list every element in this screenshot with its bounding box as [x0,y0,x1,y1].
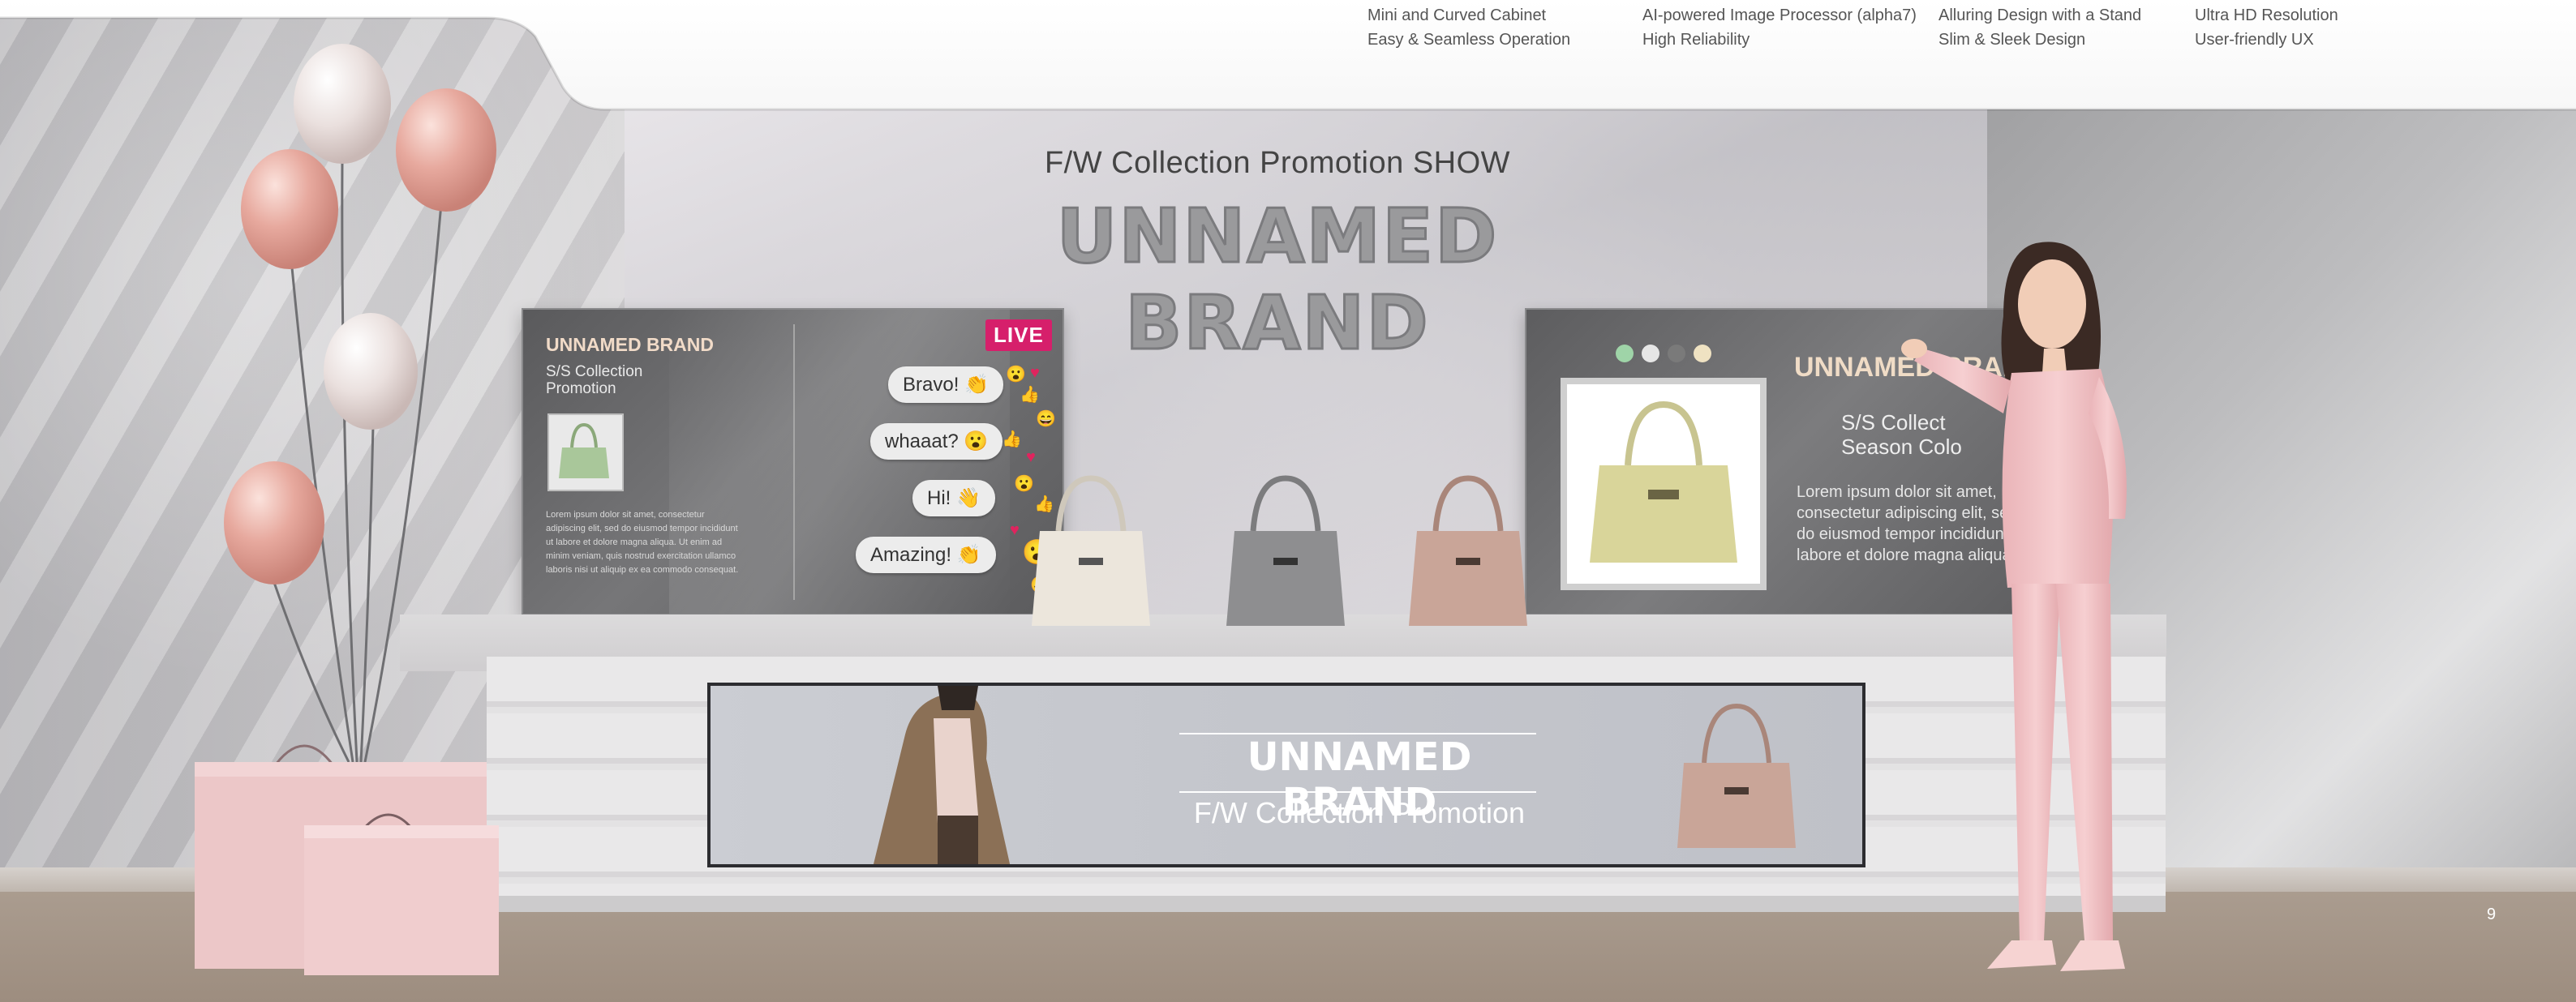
like-icon: 👍 [1020,386,1040,404]
heart-icon: ♥ [1030,364,1040,382]
reaction-emoji: 😮 [1006,366,1026,383]
live-badge: LIVE [985,319,1052,351]
feature-column-1: Mini and Curved Cabinet Easy & Seamless … [1367,3,1570,52]
page-number: 9 [2487,906,2497,923]
balloon [324,313,418,430]
feature-item: Slim & Sleek Design [1938,31,2086,49]
heart-icon: ♥ [1010,521,1020,539]
feature-item: Easy & Seamless Operation [1367,31,1571,49]
screen-brand: UNNAMED BRAND [546,334,714,355]
divider [793,324,795,600]
balloon [396,88,496,212]
chat-bubble: whaaat? 😮 [870,423,1003,460]
color-swatch [1616,345,1634,362]
display-handbag [1677,703,1796,848]
product-photo [1561,378,1767,590]
feature-column-3: Alluring Design with a Stand Slim & Slee… [1938,3,2141,52]
live-commerce-screen: UNNAMED BRAND S/S Collection Promotion L… [522,308,1064,615]
stretch-display: UNNAMED BRAND F/W Collection Promotion [707,683,1865,867]
feature-column-2: AI-powered Image Processor (alpha7) High… [1642,3,1917,52]
handbag-cream [1032,475,1150,626]
chat-bubble: Bravo! 👏 [888,366,1003,403]
balloon [224,461,324,584]
feature-column-4: Ultra HD Resolution User-friendly UX [2195,3,2338,52]
color-swatch [1668,345,1685,362]
feature-item: AI-powered Image Processor (alpha7) [1642,6,1917,24]
chat-bubble: Amazing! 👏 [856,537,996,573]
balloon [241,149,338,269]
color-swatch [1694,345,1711,362]
feature-item: Alluring Design with a Stand [1938,6,2142,24]
heart-icon: ♥ [1026,448,1036,466]
feature-item: Mini and Curved Cabinet [1367,6,1547,24]
handbag-lineup [1032,475,1527,626]
handbag-taupe [1409,475,1527,626]
color-swatch [1642,345,1659,362]
reaction-emoji: 😄 [1036,410,1056,428]
like-icon: 👍 [1002,430,1022,448]
balloon [294,44,391,164]
screen-body-text: Lorem ipsum dolor sit amet, consectetur … [546,510,739,575]
feature-item: Ultra HD Resolution [2195,6,2338,24]
feature-item: User-friendly UX [2195,31,2314,49]
feature-item: High Reliability [1642,31,1750,49]
showroom-scene: Mini and Curved Cabinet Easy & Seamless … [0,0,2576,1002]
presenter-figure [1901,242,2127,971]
screen-subtitle: S/S Collection Promotion [546,363,643,397]
chat-bubble: Hi! 👋 [912,480,995,516]
shopping-bags [195,744,499,975]
product-thumbnail [547,413,624,491]
display-subtitle: F/W Collection Promotion [1193,796,1526,829]
handbag-grey [1226,475,1345,626]
model-photo [873,686,1011,864]
